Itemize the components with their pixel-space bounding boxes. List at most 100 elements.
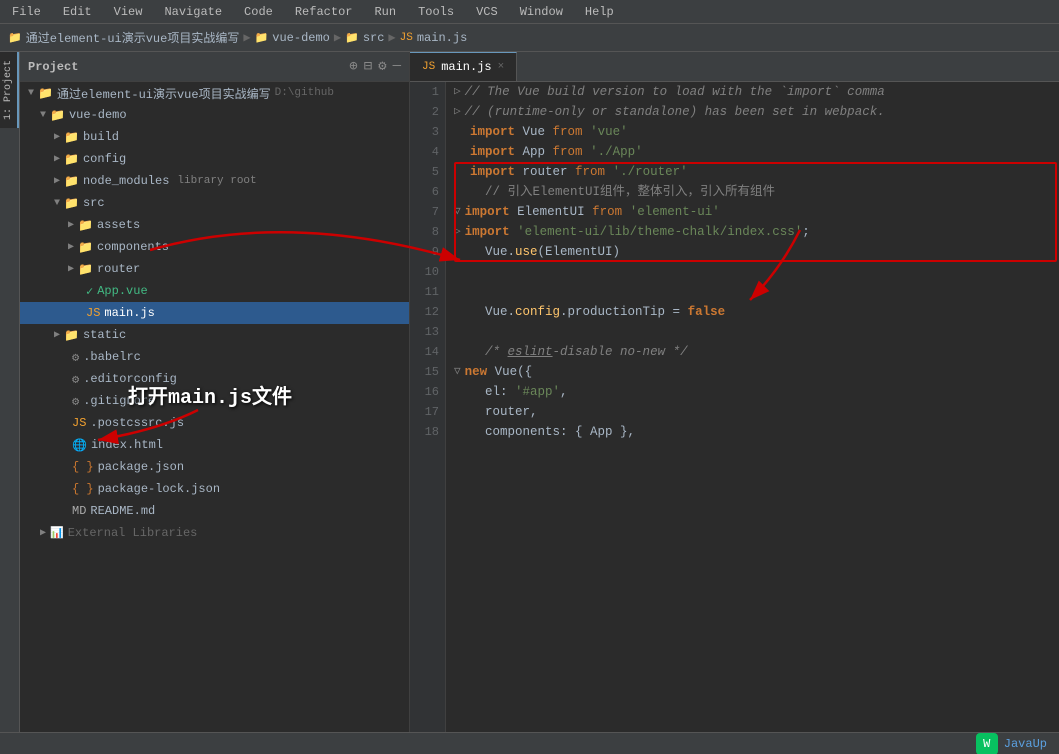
editorconfig-icon: ⚙ xyxy=(72,372,79,387)
tree-root[interactable]: ▼ 📁 通过element-ui演示vue项目实战编写 D:\github xyxy=(20,82,409,104)
tree-gitignore[interactable]: ⚙ .gitignore xyxy=(20,390,409,412)
tree-router[interactable]: ▶ 📁 router xyxy=(20,258,409,280)
readme-icon: MD xyxy=(72,504,86,518)
router-label: router xyxy=(97,262,140,276)
menu-run[interactable]: Run xyxy=(370,3,400,21)
import-kw-3: import xyxy=(470,122,515,142)
tab-close-button[interactable]: × xyxy=(498,61,505,73)
postcssrc-label: .postcssrc.js xyxy=(90,416,184,430)
comma-16: , xyxy=(560,382,568,402)
tree-assets[interactable]: ▶ 📁 assets xyxy=(20,214,409,236)
code-line-7: ▽ import ElementUI from 'element-ui' xyxy=(454,202,1051,222)
breadcrumb: 📁 通过element-ui演示vue项目实战编写 ▶ 📁 vue-demo ▶… xyxy=(0,24,1059,52)
code-editor[interactable]: ▷ // The Vue build version to load with … xyxy=(446,82,1059,732)
sidebar: Project ⊕ ⊟ ⚙ — ▼ 📁 通过element-ui演示vue项目实… xyxy=(20,52,410,732)
tree-package-json[interactable]: { } package.json xyxy=(20,456,409,478)
tree-static[interactable]: ▶ 📁 static xyxy=(20,324,409,346)
src-folder-icon: 📁 xyxy=(64,196,79,211)
tree-node-modules[interactable]: ▶ 📁 node_modules library root xyxy=(20,170,409,192)
sidebar-header: Project ⊕ ⊟ ⚙ — xyxy=(20,52,409,82)
sidebar-action-settings[interactable]: ⚙ xyxy=(378,58,386,75)
config-arrow: ▶ xyxy=(54,153,60,165)
import-kw-4: import xyxy=(470,142,515,162)
breadcrumb-item-3[interactable]: src xyxy=(363,31,385,45)
code-line-16: el: '#app' , xyxy=(454,382,1051,402)
node-modules-icon: 📁 xyxy=(64,174,79,189)
package-lock-label: package-lock.json xyxy=(98,482,220,496)
str-4: './App' xyxy=(590,142,643,162)
package-json-label: package.json xyxy=(98,460,184,474)
tree-src[interactable]: ▼ 📁 src xyxy=(20,192,409,214)
tree-components[interactable]: ▶ 📁 components xyxy=(20,236,409,258)
ext-libs-label: External Libraries xyxy=(68,526,198,540)
code-line-8: ▷ import 'element-ui/lib/theme-chalk/ind… xyxy=(454,222,1051,242)
menu-help[interactable]: Help xyxy=(581,3,618,21)
project-tab[interactable]: 1: Project xyxy=(0,52,19,128)
tree-app-vue[interactable]: ✓ App.vue xyxy=(20,280,409,302)
indent-9: Vue. xyxy=(470,242,515,262)
tree-build[interactable]: ▶ 📁 build xyxy=(20,126,409,148)
breadcrumb-sep-2: ▶ xyxy=(334,30,341,45)
from-kw-7: from xyxy=(592,202,622,222)
tree-editorconfig[interactable]: ⚙ .editorconfig xyxy=(20,368,409,390)
breadcrumb-item-4[interactable]: main.js xyxy=(417,31,467,45)
sidebar-tab-vert: 1: Project xyxy=(0,52,20,732)
sidebar-action-minimize[interactable]: — xyxy=(393,58,401,75)
comment-6: // 引入ElementUI组件，整体引入，引入所有组件 xyxy=(485,182,775,202)
menu-refactor[interactable]: Refactor xyxy=(291,3,357,21)
menu-edit[interactable]: Edit xyxy=(59,3,96,21)
space-5b xyxy=(605,162,613,182)
wechat-icon: W xyxy=(976,733,998,754)
tree-vue-demo[interactable]: ▼ 📁 vue-demo xyxy=(20,104,409,126)
tree-index-html[interactable]: 🌐 index.html xyxy=(20,434,409,456)
menu-tools[interactable]: Tools xyxy=(414,3,458,21)
breadcrumb-item-1[interactable]: 通过element-ui演示vue项目实战编写 xyxy=(26,29,240,46)
menu-code[interactable]: Code xyxy=(240,3,277,21)
vue-demo-folder-icon: 📁 xyxy=(50,108,65,123)
tree-readme[interactable]: MD README.md xyxy=(20,500,409,522)
code-line-18: components: { App }, xyxy=(454,422,1051,442)
space-4a: App xyxy=(515,142,553,162)
semi-8: ; xyxy=(802,222,810,242)
tree-config[interactable]: ▶ 📁 config xyxy=(20,148,409,170)
code-content: 1 2 3 4 5 6 7 8 9 10 11 12 13 14 15 16 1 xyxy=(410,82,1059,732)
space-7a: ElementUI xyxy=(510,202,593,222)
from-kw-3: from xyxy=(553,122,583,142)
space-4b xyxy=(583,142,591,162)
menu-view[interactable]: View xyxy=(110,3,147,21)
sidebar-action-add[interactable]: ⊕ xyxy=(349,58,357,75)
str-16: '#app' xyxy=(515,382,560,402)
menu-window[interactable]: Window xyxy=(516,3,567,21)
comment-1: // The Vue build version to load with th… xyxy=(465,82,885,102)
code-line-13 xyxy=(454,322,1051,342)
menu-navigate[interactable]: Navigate xyxy=(160,3,226,21)
tree-package-lock-json[interactable]: { } package-lock.json xyxy=(20,478,409,500)
tree-main-js[interactable]: JS main.js xyxy=(20,302,409,324)
tab-bar: JS main.js × xyxy=(410,52,1059,82)
sidebar-action-collapse[interactable]: ⊟ xyxy=(364,58,372,75)
static-label: static xyxy=(83,328,126,342)
ext-libs-arrow: ▶ xyxy=(40,527,46,539)
tree-postcssrc[interactable]: JS .postcssrc.js xyxy=(20,412,409,434)
breadcrumb-file-icon: JS xyxy=(400,32,413,44)
line-numbers: 1 2 3 4 5 6 7 8 9 10 11 12 13 14 15 16 1 xyxy=(410,82,446,732)
javaup-logo: W JavaUp xyxy=(976,733,1047,754)
menu-vcs[interactable]: VCS xyxy=(472,3,502,21)
code-line-2: ▷ // (runtime-only or standalone) has be… xyxy=(454,102,1051,122)
index-html-label: index.html xyxy=(91,438,163,452)
static-arrow: ▶ xyxy=(54,329,60,341)
breadcrumb-folder-icon-1: 📁 xyxy=(8,31,22,45)
tree-babelrc[interactable]: ⚙ .babelrc xyxy=(20,346,409,368)
main-js-tab[interactable]: JS main.js × xyxy=(410,52,517,81)
tree-external-libraries[interactable]: ▶ 📊 External Libraries xyxy=(20,522,409,544)
breadcrumb-item-2[interactable]: vue-demo xyxy=(272,31,330,45)
config-folder-icon: 📁 xyxy=(64,152,79,167)
gitignore-icon: ⚙ xyxy=(72,394,79,409)
src-arrow: ▼ xyxy=(54,198,60,209)
gitignore-label: .gitignore xyxy=(83,394,155,408)
root-suffix: D:\github xyxy=(275,87,334,99)
menu-file[interactable]: File xyxy=(8,3,45,21)
javaup-label: JavaUp xyxy=(1004,737,1047,751)
components-folder-icon: 📁 xyxy=(78,240,93,255)
ext-libs-icon: 📊 xyxy=(50,526,64,540)
